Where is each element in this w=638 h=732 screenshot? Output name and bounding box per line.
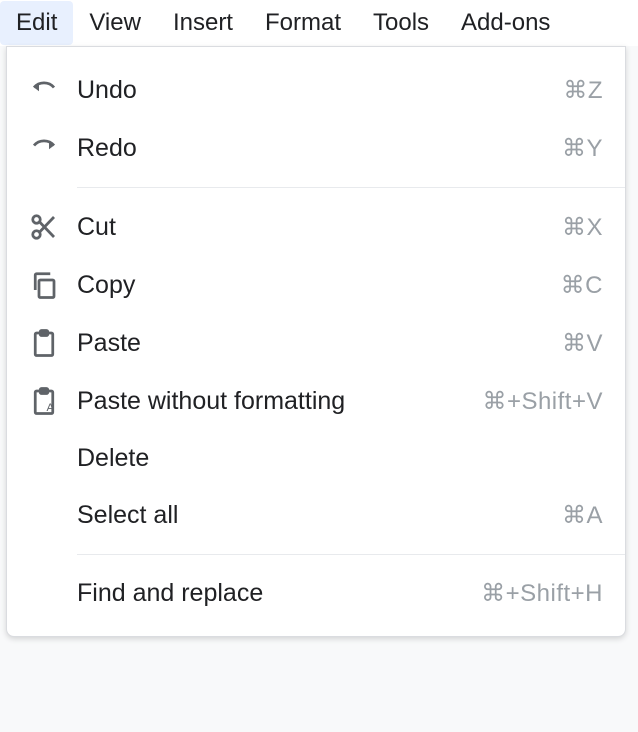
menuitem-undo[interactable]: Undo ⌘Z (7, 61, 625, 119)
menuitem-redo[interactable]: Redo ⌘Y (7, 119, 625, 177)
copy-icon (29, 270, 77, 300)
menuitem-label: Redo (77, 134, 562, 163)
menu-view[interactable]: View (73, 1, 157, 45)
menuitem-label: Undo (77, 76, 563, 105)
menuitem-copy[interactable]: Copy ⌘C (7, 256, 625, 314)
cut-icon (29, 212, 77, 242)
menuitem-label: Cut (77, 213, 562, 242)
menu-addons[interactable]: Add-ons (445, 1, 566, 45)
menuitem-label: Delete (77, 444, 603, 473)
paste-no-format-icon: A (29, 386, 77, 416)
menuitem-shortcut: ⌘C (561, 271, 603, 300)
svg-text:A: A (47, 402, 55, 414)
menuitem-label: Copy (77, 271, 561, 300)
redo-icon (29, 133, 77, 163)
menuitem-shortcut: ⌘+Shift+H (481, 579, 603, 608)
menuitem-select-all[interactable]: Select all ⌘A (7, 487, 625, 544)
edit-dropdown: Undo ⌘Z Redo ⌘Y Cut ⌘X (6, 46, 626, 637)
menuitem-paste-no-format[interactable]: A Paste without formatting ⌘+Shift+V (7, 372, 625, 430)
divider (77, 554, 625, 555)
menubar: Edit View Insert Format Tools Add-ons (0, 0, 638, 46)
undo-icon (29, 75, 77, 105)
menu-insert[interactable]: Insert (157, 1, 249, 45)
menuitem-shortcut: ⌘V (562, 329, 603, 358)
menuitem-paste[interactable]: Paste ⌘V (7, 314, 625, 372)
divider (77, 187, 625, 188)
menuitem-label: Paste (77, 329, 562, 358)
menuitem-shortcut: ⌘A (562, 501, 603, 530)
menuitem-shortcut: ⌘X (562, 213, 603, 242)
menu-tools[interactable]: Tools (357, 1, 445, 45)
paste-icon (29, 328, 77, 358)
menu-format[interactable]: Format (249, 1, 357, 45)
menuitem-label: Select all (77, 501, 562, 530)
menuitem-shortcut: ⌘Y (562, 134, 603, 163)
menuitem-label: Paste without formatting (77, 387, 482, 416)
menu-edit[interactable]: Edit (0, 1, 73, 45)
menuitem-cut[interactable]: Cut ⌘X (7, 198, 625, 256)
menuitem-shortcut: ⌘Z (563, 76, 603, 105)
menuitem-shortcut: ⌘+Shift+V (482, 387, 603, 416)
menuitem-delete[interactable]: Delete (7, 430, 625, 487)
menuitem-label: Find and replace (77, 579, 481, 608)
menuitem-find-replace[interactable]: Find and replace ⌘+Shift+H (7, 565, 625, 622)
